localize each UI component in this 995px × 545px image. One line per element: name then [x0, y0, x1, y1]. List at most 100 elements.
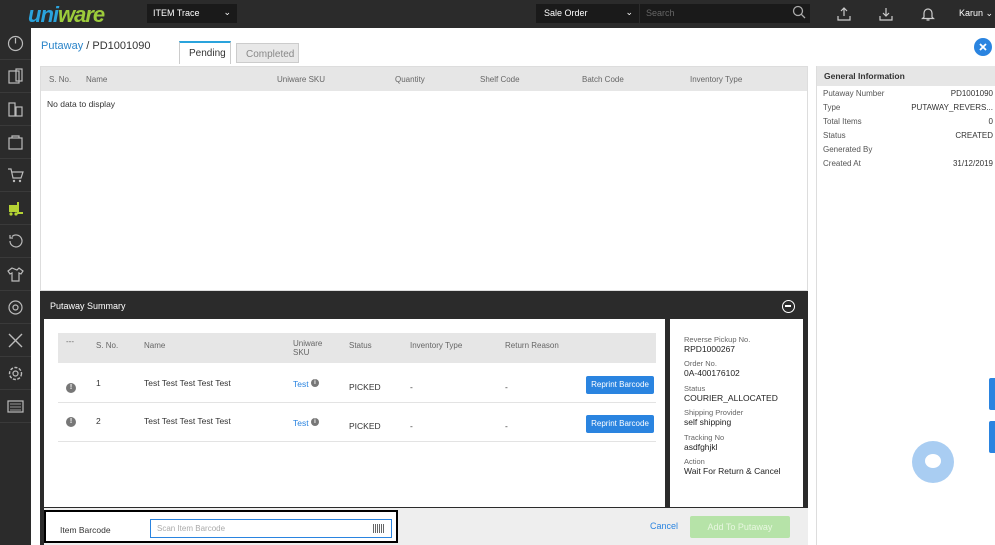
detail-value: Wait For Return & Cancel: [684, 466, 781, 476]
download-icon[interactable]: [878, 6, 894, 22]
sku-link[interactable]: Test: [293, 379, 309, 389]
general-information-panel: General Information Putaway Number PD1001…: [816, 66, 995, 545]
info-icon[interactable]: i: [311, 379, 319, 387]
row-status: PICKED: [349, 382, 381, 392]
chat-icon[interactable]: [912, 441, 954, 483]
tab-pending[interactable]: Pending: [179, 41, 231, 64]
column-header: Batch Code: [582, 75, 624, 84]
sidebar-item-returns[interactable]: [0, 226, 31, 258]
detail-value: asdfghjkl: [684, 442, 718, 452]
row-sno: 2: [96, 416, 101, 426]
column-header: Inventory Type: [410, 341, 463, 350]
info-icon[interactable]: i: [311, 418, 319, 426]
item-barcode-box: Item Barcode Scan Item Barcode: [44, 510, 398, 543]
row-inventory-type: -: [410, 421, 413, 431]
empty-state-text: No data to display: [47, 99, 116, 109]
item-barcode-label: Item Barcode: [60, 525, 111, 535]
info-value: PD1001090: [950, 89, 993, 98]
detail-value: COURIER_ALLOCATED: [684, 393, 778, 403]
user-menu[interactable]: Karun ⌄: [959, 8, 993, 19]
sale-order-label: Sale Order: [544, 8, 588, 18]
info-label: Type: [823, 103, 841, 112]
detail-label: Action: [684, 457, 705, 466]
detail-label: Reverse Pickup No.: [684, 335, 751, 344]
info-label: Putaway Number: [823, 89, 885, 98]
bell-icon[interactable]: [920, 6, 936, 22]
detail-item: Action Wait For Return & Cancel: [684, 457, 781, 476]
sidebar-item-inventory[interactable]: [0, 127, 31, 159]
summary-title: Putaway Summary: [50, 301, 126, 311]
column-header: Uniware SKU: [277, 75, 326, 84]
detail-label: Order No.: [684, 359, 717, 368]
reprint-barcode-button[interactable]: Reprint Barcode: [586, 415, 654, 433]
info-label: Status: [823, 131, 846, 140]
sidebar-item-orders[interactable]: [0, 61, 31, 93]
breadcrumb-putaway-link[interactable]: Putaway: [41, 40, 83, 52]
side-tab-handle[interactable]: [989, 421, 995, 453]
column-header: Shelf Code: [480, 75, 520, 84]
detail-value: RPD1000267: [684, 344, 736, 354]
cancel-button[interactable]: Cancel: [650, 521, 678, 531]
tools-icon: [8, 333, 23, 348]
sidebar-item-putaway[interactable]: [0, 193, 31, 225]
info-value: 31/12/2019: [952, 159, 993, 168]
table-row: ! 2 Test Test Test Test Test Test i PICK…: [58, 404, 656, 442]
search-input[interactable]: Search: [640, 4, 810, 23]
search-scope-select[interactable]: ITEM Trace ⌄: [147, 4, 237, 23]
sale-order-select[interactable]: Sale Order ⌄: [536, 4, 639, 23]
column-header: ---: [66, 337, 74, 346]
barcode-icon: [373, 524, 385, 533]
row-sno: 1: [96, 378, 101, 388]
search-icon[interactable]: [792, 5, 806, 19]
reports-icon: [7, 400, 24, 413]
upload-icon[interactable]: [836, 6, 852, 22]
sidebar: [0, 28, 31, 545]
detail-value: 0A-400176102: [684, 368, 740, 378]
sidebar-item-box[interactable]: [0, 292, 31, 324]
item-barcode-input[interactable]: Scan Item Barcode: [150, 519, 392, 538]
collapse-icon[interactable]: [782, 300, 795, 313]
footer-bar: Item Barcode Scan Item Barcode Cancel Ad…: [44, 508, 808, 545]
sidebar-item-reports[interactable]: [0, 391, 31, 423]
info-value: CREATED: [955, 131, 993, 140]
side-tab-handle[interactable]: [989, 378, 995, 410]
cart-icon: [8, 168, 24, 183]
breadcrumb-separator: /: [86, 40, 90, 52]
sidebar-item-cart[interactable]: [0, 160, 31, 192]
putaway-summary-panel: Putaway Summary --- S. No. Name Uniware …: [40, 291, 808, 545]
general-information-title: General Information: [817, 66, 995, 86]
reprint-barcode-button[interactable]: Reprint Barcode: [586, 376, 654, 394]
table-header: --- S. No. Name Uniware SKU Status Inven…: [58, 333, 656, 363]
detail-item: Reverse Pickup No. RPD1000267: [684, 335, 750, 354]
row-name: Test Test Test Test Test: [144, 378, 231, 388]
forklift-icon: [9, 202, 23, 216]
breadcrumb-current: PD1001090: [92, 40, 151, 52]
catalog-icon: [8, 102, 23, 117]
inventory-icon: [8, 135, 23, 150]
info-icon[interactable]: !: [66, 383, 76, 393]
info-icon[interactable]: !: [66, 417, 76, 427]
apparel-icon: [7, 267, 24, 282]
returns-icon: [9, 234, 23, 248]
sidebar-item-settings[interactable]: [0, 358, 31, 390]
settings-icon: [8, 366, 23, 381]
info-value: 0: [988, 117, 993, 126]
detail-item: Status COURIER_ALLOCATED: [684, 384, 778, 403]
user-name: Karun: [959, 8, 984, 18]
column-header: Status: [349, 341, 372, 350]
sidebar-item-catalog[interactable]: [0, 94, 31, 126]
sidebar-item-apparel[interactable]: [0, 259, 31, 291]
sku-link[interactable]: Test: [293, 418, 309, 428]
sidebar-item-dashboard[interactable]: [0, 28, 31, 60]
uniware-logo[interactable]: uniware: [28, 2, 105, 28]
sidebar-item-tools[interactable]: [0, 325, 31, 357]
table-row: ! 1 Test Test Test Test Test Test i PICK…: [58, 365, 656, 403]
orders-icon: [8, 68, 23, 84]
info-label: Created At: [823, 159, 861, 168]
add-to-putaway-button[interactable]: Add To Putaway: [690, 516, 790, 538]
tab-completed[interactable]: Completed: [236, 43, 299, 63]
close-icon[interactable]: [974, 38, 992, 56]
row-return-reason: -: [505, 421, 508, 431]
detail-item: Tracking No asdfghjkl: [684, 433, 724, 452]
row-inventory-type: -: [410, 382, 413, 392]
